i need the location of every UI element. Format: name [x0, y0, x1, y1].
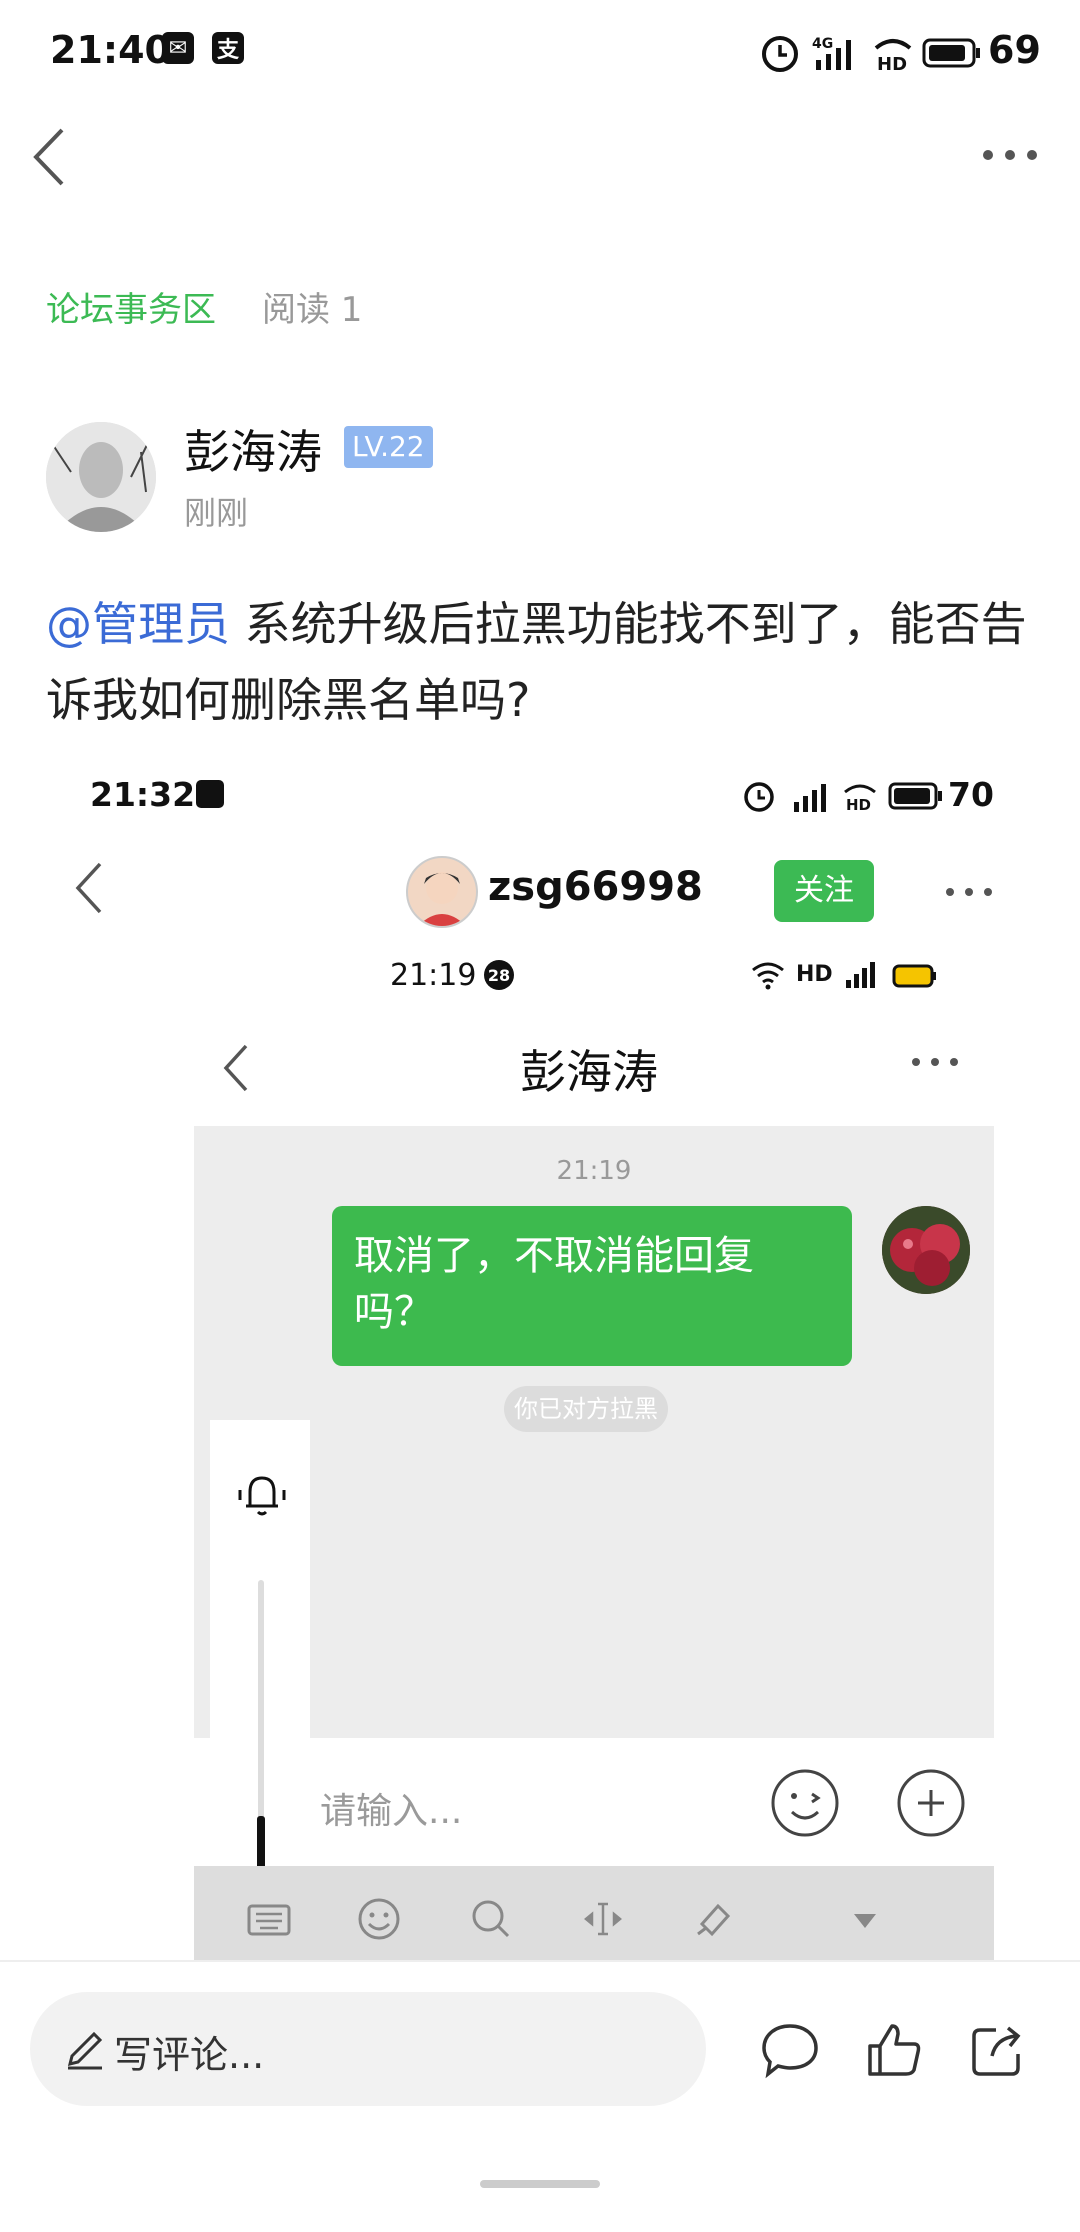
inner-status-time: 21:19: [390, 958, 477, 993]
battery-level: 69: [988, 28, 1041, 72]
alipay-icon: 支: [212, 32, 244, 64]
keyboard-icon: [247, 1904, 291, 1936]
share-icon[interactable]: [966, 2018, 1030, 2082]
cursor-icon: [584, 1902, 622, 1936]
inner-battery-icon: [892, 964, 936, 988]
keyboard-toolbar: [194, 1866, 994, 1960]
inner-more-icon: [912, 1058, 958, 1066]
emoji-icon: [771, 1769, 839, 1837]
shot-battery-icon: [888, 782, 942, 810]
comment-placeholder: 写评论...: [114, 2033, 265, 2077]
shot-follow-button: 关注: [774, 860, 874, 922]
blocked-notice: 你已对方拉黑: [504, 1386, 668, 1432]
shot-more-icon: [946, 888, 992, 896]
peer-avatar: [882, 1206, 970, 1294]
plus-icon: [897, 1769, 965, 1837]
chat-area: 21:19 取消了，不取消能回复吗？ 你已对方拉黑: [194, 1126, 994, 1738]
shot-username: zsg66998: [488, 864, 703, 910]
author-avatar[interactable]: [46, 422, 156, 532]
signal-4g-icon: 4G: [812, 36, 851, 70]
bottom-divider: [0, 1960, 1080, 1962]
comment-icon[interactable]: [758, 2018, 822, 2082]
brush-icon: [697, 1903, 731, 1937]
shot-hd-icon: HD: [844, 784, 876, 814]
shot-battery-level: 70: [948, 775, 994, 814]
back-icon[interactable]: [22, 122, 82, 192]
read-count: 阅读 1: [262, 290, 363, 330]
emoji-face-icon: [358, 1898, 400, 1940]
like-icon[interactable]: [862, 2018, 926, 2082]
inner-signal-icon: [846, 962, 875, 988]
forum-section-link[interactable]: 论坛事务区: [46, 282, 216, 331]
svg-text:HD: HD: [877, 54, 907, 74]
message-bubble: 取消了，不取消能回复吗？: [332, 1206, 852, 1366]
svg-text:HD: HD: [846, 796, 871, 814]
post-image[interactable]: 21:32 HD 70 zsg66998 关注 21:19 28 HD 彭海涛 …: [0, 760, 1080, 1960]
level-badge: LV.22: [344, 426, 433, 468]
mention-link[interactable]: @管理员: [46, 597, 230, 651]
inner-wifi-icon: [752, 962, 784, 990]
comment-input[interactable]: 写评论...: [30, 1992, 706, 2106]
search-icon: [472, 1900, 510, 1938]
post-body: @管理员 系统升级后拉黑功能找不到了，能否告诉我如何删除黑名单吗?: [46, 586, 1046, 738]
alarm-icon: [762, 36, 798, 72]
chat-input-bar: 请输入...: [310, 1738, 994, 1866]
bell-icon: [238, 1476, 286, 1516]
shot-signal-icon: [794, 784, 826, 812]
hd-call-icon: HD: [874, 39, 912, 74]
shot-notification-icon: [196, 780, 224, 808]
notification-icon: ✉: [162, 32, 194, 64]
chat-input-placeholder: 请输入...: [320, 1791, 463, 1832]
down-arrow-icon: [854, 1914, 876, 1928]
shot-user-avatar: [406, 856, 478, 928]
chat-title: 彭海涛: [520, 1045, 658, 1099]
inner-back-icon: [223, 1044, 248, 1092]
more-icon[interactable]: [980, 140, 1040, 170]
chat-timestamp: 21:19: [556, 1156, 632, 1186]
pen-icon: [67, 2031, 103, 2070]
svg-text:4G: 4G: [812, 36, 833, 52]
inner-hd-icon: HD: [796, 962, 833, 987]
home-indicator[interactable]: [480, 2180, 600, 2188]
shot-back-icon: [75, 862, 102, 914]
post-time: 刚刚: [184, 494, 249, 532]
author-name[interactable]: 彭海涛: [184, 416, 322, 482]
shot-status-time: 21:32: [90, 775, 196, 814]
battery-icon: [922, 38, 980, 68]
status-time: 21:40: [50, 28, 171, 72]
shot-alarm-icon: [744, 782, 774, 812]
inner-notification-badge: 28: [484, 960, 514, 990]
